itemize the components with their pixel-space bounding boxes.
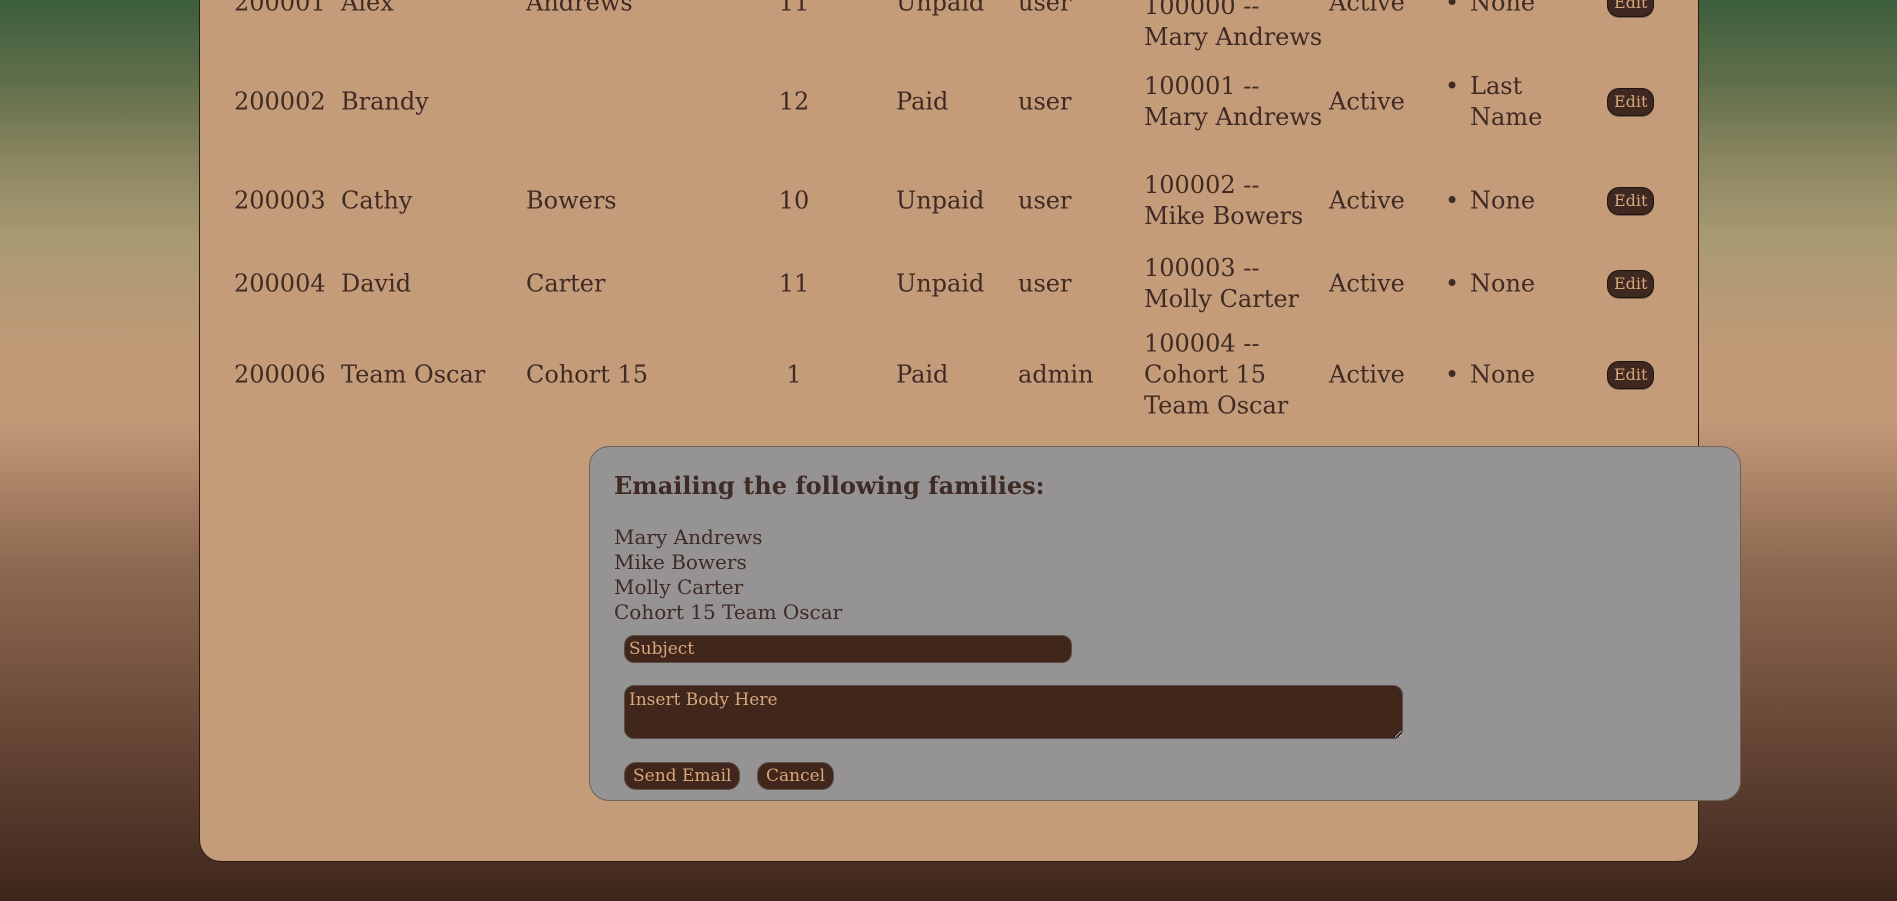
last-name: Cohort 15 [526, 360, 649, 389]
recipient-item: Mike Bowers [614, 550, 747, 574]
parent-account-id: 100000 -- [1144, 0, 1260, 20]
edit-button[interactable]: Edit [1607, 0, 1655, 17]
email-composer-title: Emailing the following families: [614, 471, 1045, 500]
payment-status: Paid [896, 360, 949, 389]
payment-status: Unpaid [896, 0, 985, 17]
payment-status: Paid [896, 87, 949, 116]
first-name: David [341, 269, 412, 298]
role: user [1018, 186, 1072, 215]
role: user [1018, 269, 1072, 298]
parent-account: 100001 -- Mary Andrews [1144, 71, 1334, 133]
account-status: Active [1329, 269, 1405, 298]
bullet-icon: • [1445, 0, 1460, 17]
parent-account: 100000 -- Mary Andrews [1144, 0, 1334, 53]
parent-account: 100003 -- Molly Carter [1144, 253, 1334, 315]
bullet-icon: • [1445, 72, 1460, 100]
account-status: Active [1329, 87, 1405, 116]
parent-account-name: Mary Andrews [1144, 103, 1323, 131]
parent-account: 100002 -- Mike Bowers [1144, 170, 1334, 232]
family-id: 200006 [234, 360, 326, 389]
recipient-item: Cohort 15 Team Oscar [614, 600, 843, 624]
tags-list: • None [1445, 269, 1555, 300]
tags-list: • None [1445, 186, 1555, 217]
families-panel: 200001 Alex Andrews 11 Unpaid user 10000… [199, 0, 1741, 862]
parent-account-name: Cohort 15 Team Oscar [1144, 360, 1289, 420]
cancel-button[interactable]: Cancel [757, 762, 835, 790]
bullet-icon: • [1445, 360, 1460, 389]
account-status: Active [1329, 360, 1405, 389]
member-count: 1 [786, 360, 802, 389]
parent-account: 100004 -- Cohort 15 Team Oscar [1144, 329, 1334, 422]
parent-account-id: 100004 -- [1144, 329, 1260, 358]
payment-status: Unpaid [896, 186, 985, 215]
member-count: 11 [778, 269, 810, 298]
tags-list: • None [1445, 360, 1555, 391]
member-count: 11 [778, 0, 810, 17]
body-textarea[interactable] [624, 685, 1403, 739]
parent-account-id: 100001 -- [1144, 72, 1260, 100]
role: admin [1018, 360, 1094, 389]
account-status: Active [1329, 0, 1405, 17]
recipient-list: Mary Andrews Mike Bowers Molly Carter Co… [614, 525, 842, 625]
subject-input[interactable] [624, 635, 1072, 663]
payment-status: Unpaid [896, 269, 985, 298]
tags-list: • None [1445, 0, 1555, 19]
family-id: 200004 [234, 269, 326, 298]
parent-account-id: 100002 -- [1144, 171, 1260, 199]
parent-account-name: Mary Andrews [1144, 23, 1323, 51]
tag-item: None [1470, 269, 1536, 298]
tag-item: None [1470, 0, 1536, 17]
tag-item: None [1470, 186, 1536, 215]
bullet-icon: • [1445, 269, 1460, 298]
tag-item: None [1470, 360, 1536, 389]
recipient-item: Molly Carter [614, 575, 744, 599]
account-status: Active [1329, 186, 1405, 215]
edit-button[interactable]: Edit [1607, 88, 1655, 116]
member-count: 12 [778, 87, 810, 116]
first-name: Cathy [341, 186, 413, 215]
parent-account-id: 100003 -- [1144, 254, 1260, 282]
family-id: 200001 [234, 0, 326, 17]
first-name: Team Oscar [341, 360, 486, 389]
first-name: Brandy [341, 87, 429, 116]
last-name: Andrews [526, 0, 633, 17]
last-name: Bowers [526, 186, 617, 215]
family-id: 200002 [234, 87, 326, 116]
edit-button[interactable]: Edit [1607, 187, 1655, 215]
bullet-icon: • [1445, 186, 1460, 215]
first-name: Alex [341, 0, 394, 17]
member-count: 10 [778, 186, 810, 215]
send-email-button[interactable]: Send Email [624, 762, 741, 790]
role: user [1018, 87, 1072, 116]
parent-account-name: Mike Bowers [1144, 202, 1304, 230]
email-composer: Emailing the following families: Mary An… [589, 446, 1741, 801]
last-name: Carter [526, 269, 606, 298]
recipient-item: Mary Andrews [614, 525, 763, 549]
edit-button[interactable]: Edit [1607, 361, 1655, 389]
tags-list: • Last Name [1445, 71, 1555, 133]
parent-account-name: Molly Carter [1144, 285, 1300, 313]
tag-item: Last Name [1470, 72, 1543, 131]
edit-button[interactable]: Edit [1607, 270, 1655, 298]
role: user [1018, 0, 1072, 17]
family-id: 200003 [234, 186, 326, 215]
